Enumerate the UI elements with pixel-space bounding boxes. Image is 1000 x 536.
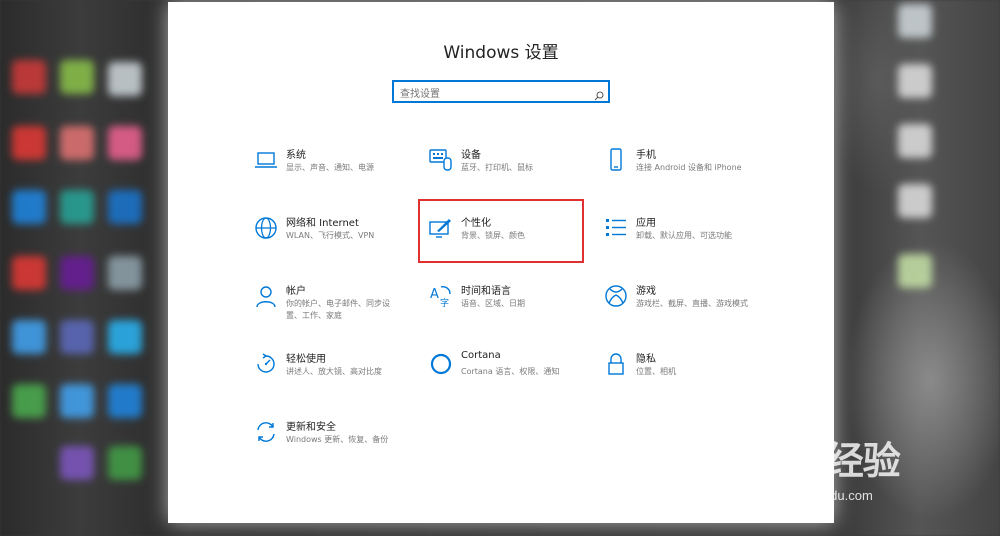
apps-list-icon bbox=[604, 216, 628, 240]
tile-apps[interactable]: 应用 卸载、默认应用、可选功能 bbox=[604, 216, 764, 268]
desktop-app-icon[interactable] bbox=[12, 60, 46, 94]
tile-description: 讲述人、放大镜、高对比度 bbox=[286, 367, 382, 376]
time-language-icon: A字 bbox=[429, 284, 453, 309]
desktop-app-icon[interactable] bbox=[108, 320, 142, 354]
desktop-app-icon[interactable] bbox=[60, 60, 94, 94]
tile-system[interactable]: 系统 显示、声音、通知、电源 bbox=[254, 148, 414, 200]
desktop-app-icon[interactable] bbox=[12, 256, 46, 290]
desktop-app-icon[interactable] bbox=[108, 384, 142, 418]
tile-description: 你的帐户、电子邮件、同步设置、工作、家庭 bbox=[286, 299, 390, 320]
globe-icon bbox=[254, 216, 278, 240]
desktop-app-icon[interactable] bbox=[898, 64, 932, 98]
tile-description: 位置、相机 bbox=[636, 367, 676, 376]
tile-title: 时间和语言 bbox=[461, 286, 511, 297]
ease-of-access-icon bbox=[254, 352, 278, 376]
desktop-app-icon[interactable] bbox=[108, 190, 142, 224]
desktop-app-icon[interactable] bbox=[898, 184, 932, 218]
tile-title: 更新和安全 bbox=[286, 422, 336, 433]
desktop-app-icon[interactable] bbox=[108, 446, 142, 480]
desktop-app-icon[interactable] bbox=[60, 126, 94, 160]
tile-time-language[interactable]: A字 时间和语言 语音、区域、日期 bbox=[429, 284, 589, 336]
desktop-app-icon[interactable] bbox=[898, 4, 932, 38]
watermark: Bai 经验 jingyan.baidu.com bbox=[760, 430, 960, 530]
laptop-icon bbox=[254, 148, 278, 172]
tile-description: 显示、声音、通知、电源 bbox=[286, 163, 374, 172]
tile-ease-of-access[interactable]: 轻松使用 讲述人、放大镜、高对比度 bbox=[254, 352, 414, 404]
desktop-app-icon[interactable] bbox=[60, 446, 94, 480]
tile-title: 应用 bbox=[636, 218, 656, 229]
tile-update-security[interactable]: 更新和安全 Windows 更新、恢复、备份 bbox=[254, 420, 414, 472]
desktop-app-icon[interactable] bbox=[60, 320, 94, 354]
desktop-app-icon[interactable] bbox=[12, 126, 46, 160]
keyboard-icon bbox=[429, 148, 453, 172]
desktop-app-icon[interactable] bbox=[12, 384, 46, 418]
tile-title: 手机 bbox=[636, 150, 656, 161]
desktop-app-icon[interactable] bbox=[108, 256, 142, 290]
update-icon bbox=[254, 420, 278, 444]
tile-title: 轻松使用 bbox=[286, 354, 326, 365]
desktop-app-icon[interactable] bbox=[898, 124, 932, 158]
tile-accounts[interactable]: 帐户 你的帐户、电子邮件、同步设置、工作、家庭 bbox=[254, 284, 414, 336]
desktop-app-icon[interactable] bbox=[108, 62, 142, 96]
person-icon bbox=[254, 284, 278, 308]
tile-description: WLAN、飞行模式、VPN bbox=[286, 231, 375, 240]
tile-description: Windows 更新、恢复、备份 bbox=[286, 435, 389, 444]
settings-window: Windows 设置 系统 显示、声音、通知、电源 设备 蓝牙、打印机、鼠标 手… bbox=[168, 2, 834, 523]
tile-title: 设备 bbox=[461, 150, 481, 161]
search-box[interactable] bbox=[392, 80, 610, 104]
phone-icon bbox=[604, 148, 628, 172]
tile-description: 语音、区域、日期 bbox=[461, 299, 525, 308]
tile-title: 游戏 bbox=[636, 286, 656, 297]
tile-description: Cortana 语言、权限、通知 bbox=[461, 367, 560, 376]
watermark-logo: Bai 经验 bbox=[760, 441, 901, 483]
watermark-url: jingyan.baidu.com bbox=[768, 488, 873, 503]
lock-icon bbox=[604, 352, 628, 376]
desktop-app-icon[interactable] bbox=[12, 320, 46, 354]
desktop-app-icon[interactable] bbox=[60, 256, 94, 290]
tile-title: 隐私 bbox=[636, 354, 656, 365]
tile-cortana[interactable]: Cortana Cortana 语言、权限、通知 bbox=[429, 350, 589, 404]
cortana-icon bbox=[429, 352, 453, 376]
desktop-app-icon[interactable] bbox=[12, 190, 46, 224]
tile-description: 蓝牙、打印机、鼠标 bbox=[461, 163, 533, 172]
tile-devices[interactable]: 设备 蓝牙、打印机、鼠标 bbox=[429, 148, 589, 200]
tile-network[interactable]: 网络和 Internet WLAN、飞行模式、VPN bbox=[254, 216, 414, 268]
tile-phone[interactable]: 手机 连接 Android 设备和 iPhone bbox=[604, 148, 764, 200]
page-title: Windows 设置 bbox=[443, 43, 559, 63]
tile-title: 帐户 bbox=[286, 286, 306, 297]
desktop-app-icon[interactable] bbox=[60, 384, 94, 418]
tile-title: 系统 bbox=[286, 150, 306, 161]
desktop-app-icon[interactable] bbox=[898, 254, 932, 288]
tile-gaming[interactable]: 游戏 游戏栏、截屏、直播、游戏模式 bbox=[604, 284, 764, 336]
highlight-box bbox=[418, 199, 584, 263]
search-input[interactable] bbox=[394, 85, 584, 104]
tile-title: Cortana bbox=[461, 350, 501, 361]
svg-text:A: A bbox=[430, 287, 439, 302]
tile-description: 卸载、默认应用、可选功能 bbox=[636, 231, 732, 240]
tile-title: 网络和 Internet bbox=[286, 218, 359, 229]
tile-description: 游戏栏、截屏、直播、游戏模式 bbox=[636, 299, 748, 308]
xbox-icon bbox=[604, 284, 628, 308]
desktop-app-icon[interactable] bbox=[60, 190, 94, 224]
tile-privacy[interactable]: 隐私 位置、相机 bbox=[604, 352, 764, 404]
tile-description: 连接 Android 设备和 iPhone bbox=[636, 163, 742, 172]
search-icon[interactable] bbox=[594, 86, 604, 101]
svg-text:字: 字 bbox=[440, 297, 449, 308]
desktop-app-icon[interactable] bbox=[108, 126, 142, 160]
